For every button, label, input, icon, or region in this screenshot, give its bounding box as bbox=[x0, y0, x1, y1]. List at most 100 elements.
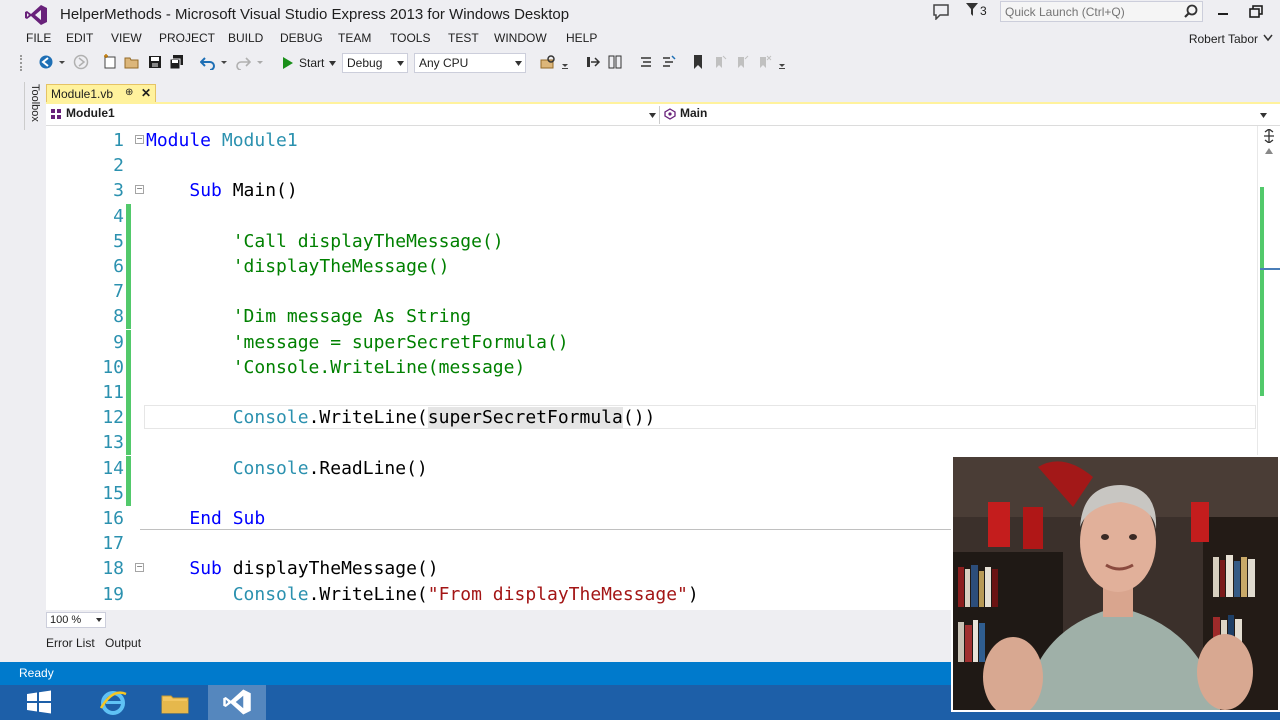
code-token-cmt: 'Console.WriteLine(message) bbox=[232, 356, 526, 378]
menu-tools[interactable]: TOOLS bbox=[388, 31, 432, 45]
code-line[interactable]: 4 bbox=[46, 203, 1260, 229]
taskbar-visual-studio[interactable] bbox=[208, 685, 266, 720]
find-in-files-icon[interactable] bbox=[540, 54, 556, 70]
solution-configuration-select[interactable]: Debug bbox=[342, 53, 408, 73]
start-button[interactable] bbox=[10, 685, 68, 720]
toolbox-tab[interactable]: Toolbox bbox=[24, 82, 42, 130]
start-debugging-button[interactable]: Start bbox=[282, 53, 337, 73]
feedback-count: 3 bbox=[980, 4, 987, 18]
menu-view[interactable]: VIEW bbox=[109, 31, 144, 45]
close-icon[interactable]: ✕ bbox=[141, 86, 151, 100]
line-number: 6 bbox=[113, 256, 124, 277]
menu-window[interactable]: WINDOW bbox=[492, 31, 549, 45]
line-number: 3 bbox=[113, 180, 124, 202]
quick-launch-input[interactable] bbox=[1001, 2, 1181, 21]
collapse-icon[interactable]: − bbox=[135, 135, 144, 144]
chevron-down-icon[interactable] bbox=[58, 54, 66, 70]
chevron-down-icon[interactable] bbox=[256, 54, 264, 70]
code-text: Console.WriteLine("From displayTheMessag… bbox=[146, 582, 699, 607]
change-indicator bbox=[126, 304, 131, 330]
code-token: Main() bbox=[221, 180, 298, 202]
save-all-icon[interactable] bbox=[169, 54, 185, 70]
code-line[interactable]: 13 bbox=[46, 430, 1260, 456]
line-number: 1 bbox=[113, 130, 124, 151]
solution-platform-select[interactable]: Any CPU bbox=[414, 53, 526, 73]
menu-test[interactable]: TEST bbox=[446, 31, 481, 45]
code-line[interactable]: 10 'Console.WriteLine(message) bbox=[46, 354, 1260, 380]
save-icon[interactable] bbox=[147, 54, 163, 70]
chevron-down-icon[interactable] bbox=[1263, 34, 1273, 42]
navigate-back-icon[interactable] bbox=[38, 54, 54, 70]
change-indicator bbox=[126, 380, 131, 405]
restore-icon[interactable] bbox=[1246, 4, 1266, 20]
menu-file[interactable]: FILE bbox=[24, 31, 53, 45]
scroll-up-icon[interactable] bbox=[1265, 148, 1273, 154]
uncomment-lines-icon[interactable] bbox=[660, 54, 676, 70]
zoom-level-select[interactable]: 100 % bbox=[46, 612, 106, 628]
bookmark-icon[interactable] bbox=[690, 54, 706, 70]
menu-team[interactable]: TEAM bbox=[336, 31, 373, 45]
comment-lines-icon[interactable] bbox=[638, 54, 654, 70]
previous-bookmark-icon[interactable] bbox=[712, 54, 728, 70]
step-over-icon[interactable] bbox=[607, 54, 623, 70]
internet-explorer-icon bbox=[99, 691, 127, 715]
change-indicator bbox=[126, 455, 131, 481]
feedback-filter-icon[interactable] bbox=[966, 3, 978, 17]
line-number: 4 bbox=[113, 205, 124, 227]
undo-icon[interactable] bbox=[200, 54, 216, 70]
code-line[interactable]: 2 bbox=[46, 153, 1260, 178]
menu-bar: FILE EDIT VIEW PROJECT BUILD DEBUG TEAM … bbox=[0, 30, 1280, 50]
search-icon[interactable] bbox=[1184, 4, 1198, 18]
toolbar-grip[interactable] bbox=[20, 55, 24, 71]
platform-value: Any CPU bbox=[419, 56, 469, 70]
redo-icon[interactable] bbox=[235, 54, 251, 70]
members-dropdown[interactable]: Main bbox=[660, 106, 1270, 124]
menu-edit[interactable]: EDIT bbox=[64, 31, 95, 45]
minimize-icon[interactable] bbox=[1213, 4, 1233, 20]
open-file-icon[interactable] bbox=[124, 54, 140, 70]
code-line[interactable]: 7 bbox=[46, 279, 1260, 305]
split-window-icon[interactable] bbox=[1263, 129, 1275, 143]
code-line[interactable]: 3 − Sub Main() bbox=[46, 178, 1260, 203]
collapse-icon[interactable]: − bbox=[135, 563, 144, 573]
code-line[interactable]: 6 'displayTheMessage() bbox=[46, 254, 1260, 279]
collapse-icon[interactable]: − bbox=[135, 185, 144, 195]
user-name[interactable]: Robert Tabor bbox=[1189, 32, 1258, 46]
overflow-icon[interactable] bbox=[561, 54, 569, 70]
change-indicator bbox=[126, 405, 131, 431]
pin-icon[interactable]: ⊕ bbox=[125, 87, 133, 98]
chevron-down-icon bbox=[397, 61, 404, 66]
menu-build[interactable]: BUILD bbox=[226, 31, 265, 45]
code-line[interactable]: 9 'message = superSecretFormula() bbox=[46, 329, 1260, 355]
navigate-forward-icon[interactable] bbox=[73, 54, 89, 70]
step-into-icon[interactable] bbox=[585, 54, 601, 70]
code-line[interactable]: 8 'Dim message As String bbox=[46, 304, 1260, 330]
taskbar-file-explorer[interactable] bbox=[146, 685, 204, 720]
taskbar-internet-explorer[interactable] bbox=[84, 685, 142, 720]
visual-studio-icon bbox=[223, 689, 251, 715]
tab-output[interactable]: Output bbox=[105, 636, 141, 650]
menu-debug[interactable]: DEBUG bbox=[278, 31, 325, 45]
document-tab-module1[interactable]: Module1.vb ⊕ ✕ bbox=[46, 84, 156, 103]
code-token: .WriteLine( bbox=[308, 407, 428, 429]
chevron-down-icon[interactable] bbox=[220, 54, 228, 70]
code-text: Console.WriteLine(superSecretFormula()) bbox=[146, 405, 655, 430]
menu-help[interactable]: HELP bbox=[564, 31, 599, 45]
types-dropdown[interactable]: Module1 bbox=[46, 106, 660, 124]
new-project-icon[interactable] bbox=[102, 54, 118, 70]
next-bookmark-icon[interactable] bbox=[734, 54, 750, 70]
clear-bookmarks-icon[interactable] bbox=[756, 54, 772, 70]
configuration-value: Debug bbox=[347, 56, 383, 70]
toolbar-options-icon[interactable] bbox=[778, 54, 786, 70]
menu-project[interactable]: PROJECT bbox=[157, 31, 217, 45]
code-line[interactable]: 5 'Call displayTheMessage() bbox=[46, 228, 1260, 254]
code-line[interactable]: 11 bbox=[46, 380, 1260, 405]
code-line[interactable]: 12 Console.WriteLine(superSecretFormula(… bbox=[46, 405, 1260, 431]
tab-error-list[interactable]: Error List bbox=[46, 636, 95, 650]
presenter-webcam-video bbox=[951, 455, 1280, 712]
quick-launch-box[interactable] bbox=[1000, 1, 1203, 22]
start-label: Start bbox=[299, 56, 325, 70]
code-line[interactable]: 1 − Module Module1 bbox=[46, 128, 1260, 153]
notifications-icon[interactable] bbox=[932, 4, 950, 20]
